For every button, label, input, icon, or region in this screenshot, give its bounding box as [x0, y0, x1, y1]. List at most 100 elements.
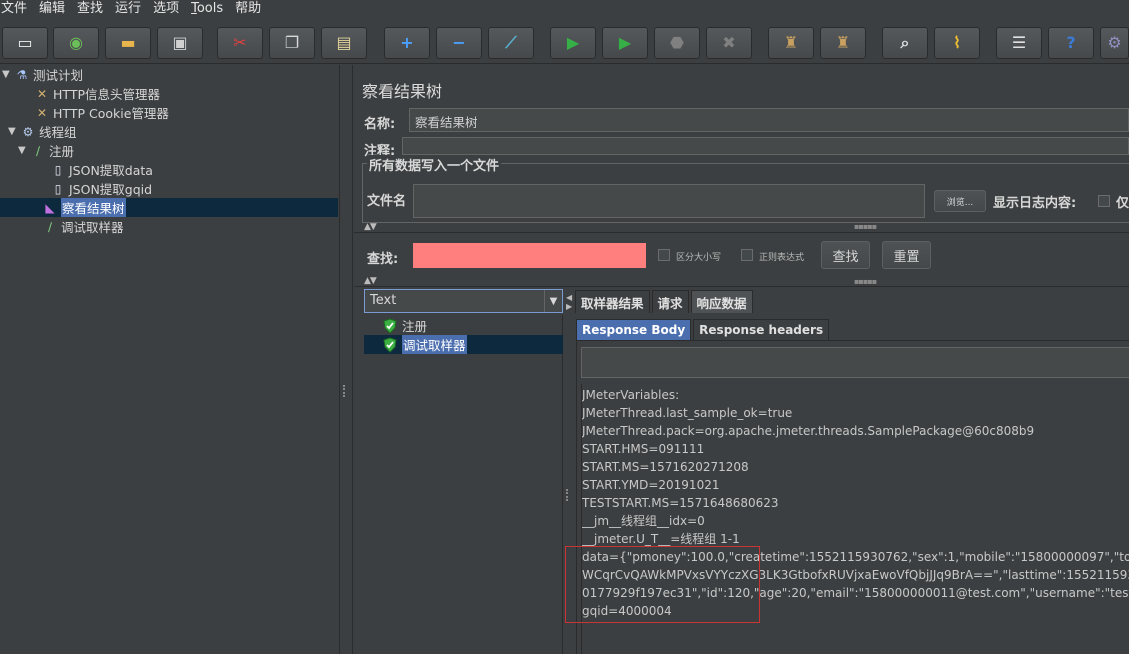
case-sensitive-label: 区分大小写 [676, 253, 722, 263]
tree-node-label: HTTP信息头管理器 [53, 87, 160, 102]
log-content-label: 显示日志内容: [993, 196, 1077, 211]
templates-icon: ◉ [69, 33, 83, 52]
expand-button[interactable]: + [384, 27, 430, 59]
wrench-icon: ✕ [36, 105, 48, 120]
clear-icon: ♜ [783, 33, 799, 52]
shutdown-button[interactable]: ✖ [706, 27, 752, 59]
menu-item-1[interactable]: 编辑 [33, 0, 71, 18]
result-item[interactable]: 调试取样器 [382, 335, 467, 354]
shutdown-icon: ✖ [722, 33, 736, 52]
response-search-field[interactable] [581, 347, 1129, 378]
tree-node-label: 线程组 [39, 125, 77, 140]
tree-node[interactable]: ▼ ∕ 注册 [18, 141, 74, 160]
tree-node[interactable]: ◣ 察看结果树 [30, 198, 126, 217]
tab-1[interactable]: 请求 [651, 290, 689, 313]
stop-button[interactable]: ⬣ [654, 27, 700, 59]
toggle-button[interactable]: ⟋ [488, 27, 534, 59]
response-line: __jm__线程组__idx=0 [582, 514, 705, 528]
help-button[interactable]: ? [1048, 27, 1094, 59]
name-field[interactable]: 察看结果树 [409, 108, 1129, 132]
response-line: START.HMS=091111 [582, 442, 705, 456]
errors-only-checkbox[interactable] [1098, 195, 1110, 207]
browse-button[interactable]: 浏览... [934, 190, 986, 212]
new-button[interactable]: ▭ [2, 27, 48, 59]
renderer-select[interactable]: Text ▼ [364, 289, 563, 313]
result-tabs: 取样器结果 请求 响应数据 [575, 290, 755, 313]
remote-button[interactable]: ⚙ [1100, 27, 1129, 59]
expand-arrow-icon[interactable]: ▼ [18, 145, 30, 156]
paste-button[interactable]: ▤ [321, 27, 367, 59]
tree-node[interactable]: ✕ HTTP信息头管理器 [22, 84, 160, 103]
tree-node[interactable]: ▼ ⚗ 测试计划 [2, 65, 83, 84]
open-folder-icon: ▬ [120, 33, 136, 52]
tree-node[interactable]: ✕ HTTP Cookie管理器 [22, 103, 169, 122]
cut-button[interactable]: ✂ [217, 27, 263, 59]
tab-0[interactable]: 取样器结果 [575, 290, 650, 313]
chevron-down-icon[interactable]: ▼ [544, 290, 562, 312]
save-button[interactable]: ▣ [157, 27, 203, 59]
pipette-icon: ∕ [47, 219, 53, 234]
broom-icon: ⌇ [953, 33, 961, 52]
subtab-0[interactable]: Response Body [576, 319, 692, 341]
list-icon: ☰ [1011, 33, 1027, 52]
filename-input[interactable] [413, 184, 925, 218]
menu-item-0[interactable]: 文件 [0, 0, 33, 18]
document-icon: ▯ [54, 162, 62, 177]
play-no-timer-icon: ▶ [618, 33, 632, 52]
expand-arrow-icon[interactable]: ▼ [2, 69, 14, 80]
clear-all-button[interactable]: ♜ [820, 27, 866, 59]
tree-node[interactable]: ▯ JSON提取gqid [38, 179, 152, 198]
regex-checkbox[interactable] [741, 249, 753, 261]
tree-node[interactable]: ▼ ⚙ 线程组 [8, 122, 77, 141]
menu-item-3[interactable]: 运行 [109, 0, 147, 18]
function-helper-button[interactable]: ☰ [996, 27, 1042, 59]
menu-item-2[interactable]: 查找 [71, 0, 109, 18]
menu-item-5[interactable]: Tools [185, 0, 229, 18]
tree-node-label: 测试计划 [33, 68, 84, 83]
response-subtabs: Response Body Response headers [576, 319, 831, 341]
menu-item-6[interactable]: 帮助 [229, 0, 267, 18]
open-button[interactable]: ▬ [105, 27, 151, 59]
renderer-select-value: Text [370, 293, 397, 308]
flask-icon: ⚗ [16, 67, 28, 82]
collapse-arrows-2[interactable]: ▲▼ [364, 276, 377, 286]
response-line: START.MS=1571620271208 [582, 460, 749, 474]
collapse-arrows[interactable]: ▲▼ [364, 222, 377, 232]
side-arrows[interactable]: ◀ ▶ [566, 293, 572, 311]
annotation-box [565, 546, 760, 623]
tab-2[interactable]: 响应数据 [690, 290, 753, 313]
start-button[interactable]: ▶ [550, 27, 596, 59]
result-item-label: 注册 [402, 319, 428, 334]
result-item[interactable]: 注册 [382, 316, 427, 335]
reset-search-button[interactable]: ⌇ [934, 27, 980, 59]
case-sensitive-checkbox[interactable] [658, 249, 670, 261]
gear-icon: ⚙ [22, 124, 34, 139]
reset-button[interactable]: 重置 [882, 241, 931, 269]
start-no-pause-button[interactable]: ▶ [602, 27, 648, 59]
stop-icon: ⬣ [670, 33, 684, 52]
resize-grip[interactable]: ▪▪▪▪▪ [854, 222, 877, 231]
help-icon: ? [1066, 33, 1076, 52]
copy-button[interactable]: ❐ [269, 27, 315, 59]
file-group-title: 所有数据写入一个文件 [367, 155, 502, 174]
search-button[interactable]: ⌕ [882, 27, 928, 59]
tree-node[interactable]: ▯ JSON提取data [38, 160, 153, 179]
menu-item-4[interactable]: 选项 [147, 0, 185, 18]
main-splitter[interactable] [340, 65, 353, 654]
search-input[interactable] [413, 243, 646, 268]
comment-field[interactable] [402, 137, 1129, 155]
pipette-icon: ∕ [35, 143, 41, 158]
clear-button[interactable]: ♜ [768, 27, 814, 59]
find-button[interactable]: 查找 [821, 241, 870, 269]
save-icon: ▣ [172, 33, 188, 52]
result-item-label: 调试取样器 [402, 335, 467, 354]
resize-grip-2[interactable]: ▪▪▪▪▪ [854, 277, 877, 286]
expand-arrow-icon[interactable]: ▼ [8, 126, 20, 137]
wrench-icon: ✕ [36, 86, 48, 101]
subtab-1[interactable]: Response headers [693, 319, 830, 341]
new-file-icon: ▭ [17, 33, 33, 52]
filename-label: 文件名 [367, 194, 407, 209]
collapse-button[interactable]: − [436, 27, 482, 59]
templates-button[interactable]: ◉ [53, 27, 99, 59]
tree-node[interactable]: ∕ 调试取样器 [30, 217, 124, 236]
